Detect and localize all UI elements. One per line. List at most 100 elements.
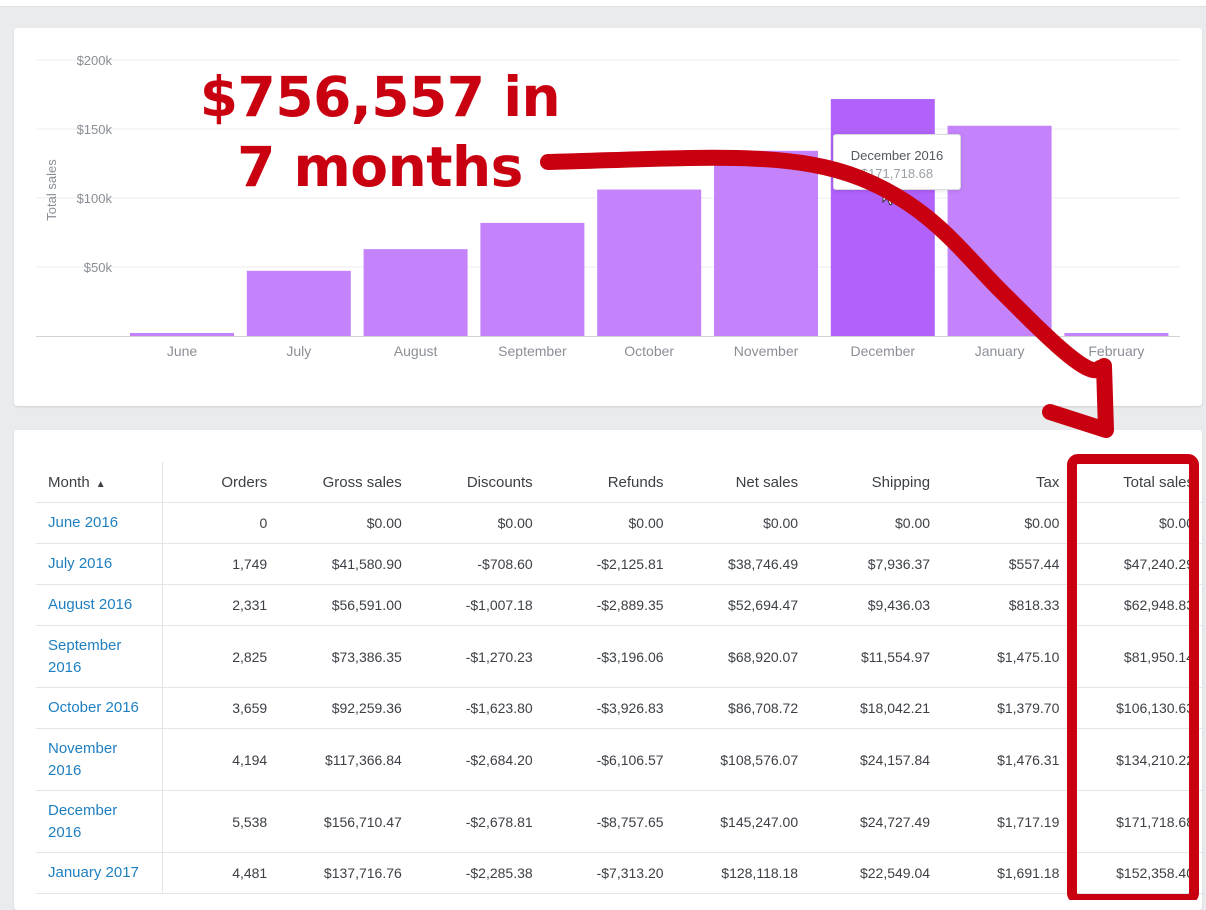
cell-orders: 4,481 — [162, 852, 280, 894]
column-header-shipping[interactable]: Shipping — [810, 462, 943, 503]
cell-discounts: -$708.60 — [413, 543, 545, 585]
cell-refunds: -$8,757.65 — [544, 790, 676, 853]
cell-refunds: -$7,313.20 — [544, 852, 676, 894]
column-header-net-sales[interactable]: Net sales — [675, 462, 811, 503]
cell-orders: 2,825 — [162, 625, 280, 688]
column-header-tax[interactable]: Tax — [942, 462, 1072, 503]
cell-orders: 3,659 — [162, 687, 280, 729]
month-link[interactable]: July 2016 — [36, 543, 163, 585]
cell-tax: $0.00 — [942, 502, 1072, 544]
cell-net-sales: $68,920.07 — [675, 625, 811, 688]
cell-orders: 0 — [162, 502, 280, 544]
x-tick-label: August — [394, 343, 438, 359]
cell-net-sales: $52,694.47 — [675, 584, 811, 626]
cell-tax: $1,717.19 — [942, 790, 1072, 853]
column-header-gross-sales[interactable]: Gross sales — [279, 462, 414, 503]
sales-table: Month ▲ Orders Gross sales Discounts Refunds N… — [36, 462, 1206, 894]
chart-tooltip: December 2016 $171,718.68 — [833, 134, 961, 190]
column-header-refunds[interactable]: Refunds — [544, 462, 676, 503]
x-tick-label: December — [851, 343, 916, 359]
cell-gross-sales: $0.00 — [279, 502, 414, 544]
cell-gross-sales: $41,580.90 — [279, 543, 414, 585]
column-header-discounts[interactable]: Discounts — [413, 462, 545, 503]
column-header-label: Month — [48, 473, 90, 491]
sort-ascending-icon[interactable]: ▲ — [96, 479, 106, 490]
cell-shipping: $24,727.49 — [810, 790, 943, 853]
cell-shipping: $7,936.37 — [810, 543, 943, 585]
month-link[interactable]: January 2017 — [36, 852, 163, 894]
cell-shipping: $22,549.04 — [810, 852, 943, 894]
table-row: September 2016 2,825 $73,386.35 -$1,270.23-… — [36, 625, 1206, 688]
cell-tax: $1,475.10 — [942, 625, 1072, 688]
cell-discounts: -$2,684.20 — [413, 728, 545, 791]
bar-july — [246, 270, 351, 336]
cell-refunds: -$3,926.83 — [544, 687, 676, 729]
table-row: December 2016 5,538 $156,710.47 -$2,678.81-… — [36, 790, 1206, 853]
table-row: June 2016 0 $0.00 $0.00 $0.00 $0.00 $0.00 $0.00… — [36, 502, 1206, 544]
cell-tax: $557.44 — [942, 543, 1072, 585]
month-link[interactable]: September 2016 — [36, 625, 163, 688]
column-header-label: Tax — [1036, 473, 1060, 491]
bar-october — [597, 189, 702, 336]
table-row: July 2016 1,749 $41,580.90 -$708.60 -$2,125.… — [36, 543, 1206, 585]
cell-tax: $818.33 — [942, 584, 1072, 626]
column-header-label: Refunds — [607, 473, 664, 491]
table-body: June 2016 0 $0.00 $0.00 $0.00 $0.00 $0.00 $0.00… — [36, 502, 1206, 894]
y-tick-label: $200k — [77, 53, 113, 68]
table-header-row: Month ▲ Orders Gross sales Discounts Refunds N… — [36, 462, 1206, 503]
cell-total-sales: $171,718.68 — [1071, 790, 1206, 853]
month-link[interactable]: August 2016 — [36, 584, 163, 626]
cell-net-sales: $38,746.49 — [675, 543, 811, 585]
cell-tax: $1,691.18 — [942, 852, 1072, 894]
cell-orders: 1,749 — [162, 543, 280, 585]
bar-february — [1064, 333, 1169, 336]
y-tick-label: $100k — [77, 191, 113, 206]
cell-gross-sales: $156,710.47 — [279, 790, 414, 853]
annotation-headline: $756,557 in 7 months — [180, 62, 580, 202]
column-header-label: Gross sales — [322, 473, 402, 491]
x-tick-label: February — [1088, 343, 1144, 359]
cell-total-sales: $134,210.22 — [1071, 728, 1206, 791]
cell-refunds: -$6,106.57 — [544, 728, 676, 791]
month-link[interactable]: October 2016 — [36, 687, 163, 729]
cell-shipping: $18,042.21 — [810, 687, 943, 729]
cell-discounts: -$1,623.80 — [413, 687, 545, 729]
cell-tax: $1,379.70 — [942, 687, 1072, 729]
column-header-orders[interactable]: Orders — [162, 462, 280, 503]
top-bar — [0, 0, 1206, 7]
cell-gross-sales: $56,591.00 — [279, 584, 414, 626]
cell-net-sales: $0.00 — [675, 502, 811, 544]
annotation-line-2: 7 months — [237, 135, 523, 199]
column-header-month[interactable]: Month ▲ — [36, 462, 163, 503]
cell-total-sales: $106,130.63 — [1071, 687, 1206, 729]
tooltip-value: $171,718.68 — [860, 166, 934, 181]
cell-gross-sales: $73,386.35 — [279, 625, 414, 688]
x-tick-label: November — [734, 343, 799, 359]
cell-discounts: -$1,007.18 — [413, 584, 545, 626]
cell-gross-sales: $92,259.36 — [279, 687, 414, 729]
table-row: January 2017 4,481 $137,716.76 -$2,285.38 -$… — [36, 852, 1206, 894]
bar-november — [714, 150, 818, 336]
cell-discounts: -$1,270.23 — [413, 625, 545, 688]
cell-refunds: -$2,125.81 — [544, 543, 676, 585]
table-row: August 2016 2,331 $56,591.00 -$1,007.18 -$2,… — [36, 584, 1206, 626]
month-link[interactable]: December 2016 — [36, 790, 163, 853]
cell-net-sales: $145,247.00 — [675, 790, 811, 853]
cell-net-sales: $128,118.18 — [675, 852, 811, 894]
column-header-label: Net sales — [735, 473, 799, 491]
month-link[interactable]: June 2016 — [36, 502, 163, 544]
cell-orders: 5,538 — [162, 790, 280, 853]
y-tick-label: $150k — [77, 122, 113, 137]
month-link[interactable]: November 2016 — [36, 728, 163, 791]
cell-refunds: -$3,196.06 — [544, 625, 676, 688]
cell-total-sales: $62,948.83 — [1071, 584, 1206, 626]
column-header-total-sales[interactable]: Total sales — [1071, 462, 1206, 503]
table-row: November 2016 4,194 $117,366.84 -$2,684.20-… — [36, 728, 1206, 791]
cell-gross-sales: $117,366.84 — [279, 728, 414, 791]
cell-total-sales: $0.00 — [1071, 502, 1206, 544]
y-tick-label: $50k — [84, 260, 113, 275]
cell-shipping: $24,157.84 — [810, 728, 943, 791]
annotation-line-1: $756,557 in — [199, 65, 561, 129]
cell-orders: 2,331 — [162, 584, 280, 626]
cell-total-sales: $152,358.40 — [1071, 852, 1206, 894]
